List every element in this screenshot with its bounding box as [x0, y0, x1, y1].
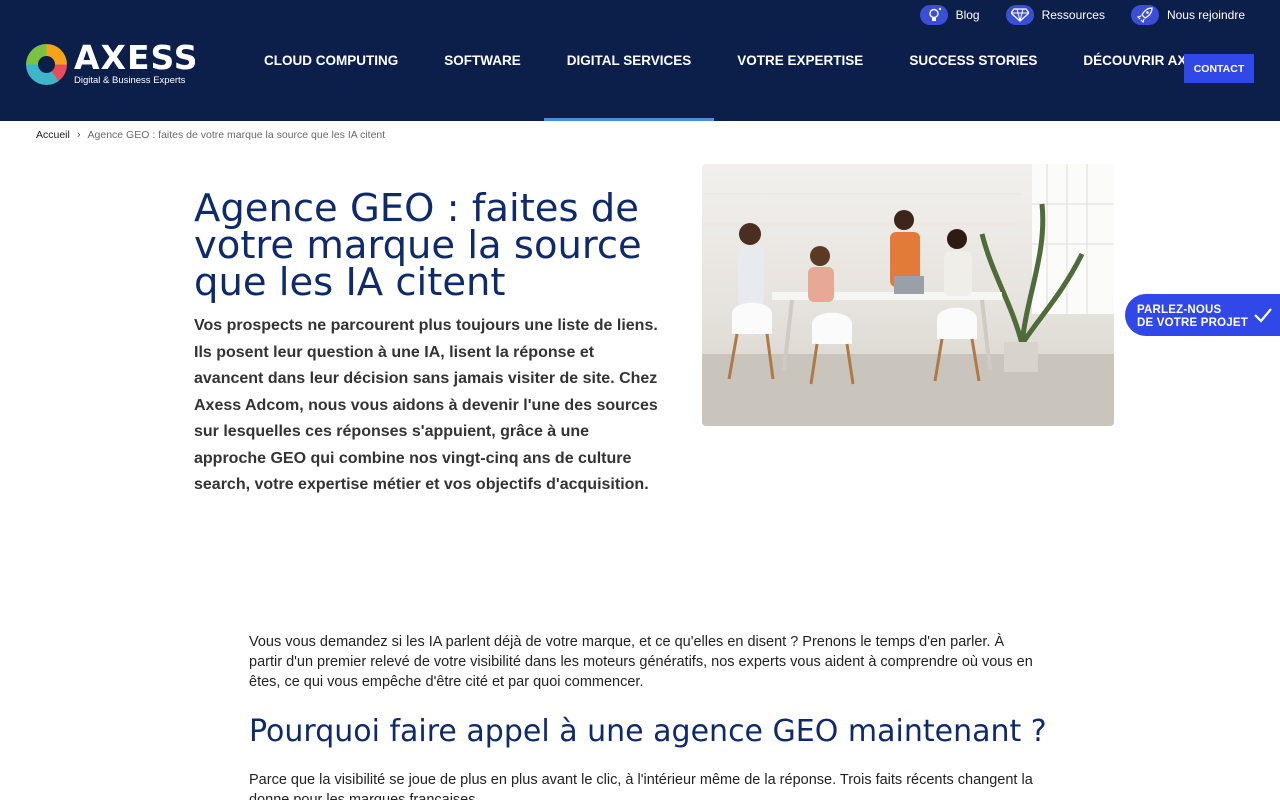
breadcrumb: Accueil › Agence GEO : faites de votre m… [36, 129, 385, 141]
site-header: AXESS Digital & Business Experts Blog Re… [0, 0, 1280, 121]
section-heading: Pourquoi faire appel à une agence GEO ma… [249, 714, 1047, 749]
cta-label: PARLEZ-NOUS DE VOTRE PROJET [1137, 304, 1248, 329]
cta-line-1: PARLEZ-NOUS [1137, 304, 1222, 316]
nav-item-software[interactable]: SOFTWARE [421, 0, 544, 121]
section-paragraph: Parce que la visibilité se joue de plus … [249, 772, 1033, 800]
nav-item-success-stories[interactable]: SUCCESS STORIES [886, 0, 1060, 121]
intro-paragraph: Vous vous demandez si les IA parlent déj… [249, 634, 1033, 690]
breadcrumb-home-link[interactable]: Accueil [36, 129, 70, 141]
axess-logo[interactable]: AXESS Digital & Business Experts [26, 38, 199, 90]
hero-lead-paragraph: Vos prospects ne parcourent plus toujour… [194, 317, 658, 493]
cta-line-2: DE VOTRE PROJET [1137, 316, 1248, 329]
contact-button[interactable]: CONTACT [1184, 54, 1254, 83]
page-title: Agence GEO : faites de votre marque la s… [194, 186, 642, 305]
logo-wordmark: AXESS [74, 38, 199, 77]
main-nav: CLOUD COMPUTING SOFTWARE DIGITAL SERVICE… [241, 0, 1236, 121]
parlez-nous-cta[interactable]: PARLEZ-NOUS DE VOTRE PROJET [1125, 294, 1280, 336]
logo-ring-icon [26, 44, 67, 85]
chevron-right-icon: › [76, 129, 81, 141]
logo-tagline: Digital & Business Experts [74, 75, 186, 86]
hero-team-meeting-image [702, 164, 1114, 426]
checkmark-icon [1254, 308, 1272, 323]
nav-item-digital-services[interactable]: DIGITAL SERVICES [543, 0, 715, 121]
nav-item-cloud-computing[interactable]: CLOUD COMPUTING [241, 0, 421, 121]
breadcrumb-current: Agence GEO : faites de votre marque la s… [87, 129, 386, 141]
nav-item-votre-expertise[interactable]: VOTRE EXPERTISE [714, 0, 886, 121]
